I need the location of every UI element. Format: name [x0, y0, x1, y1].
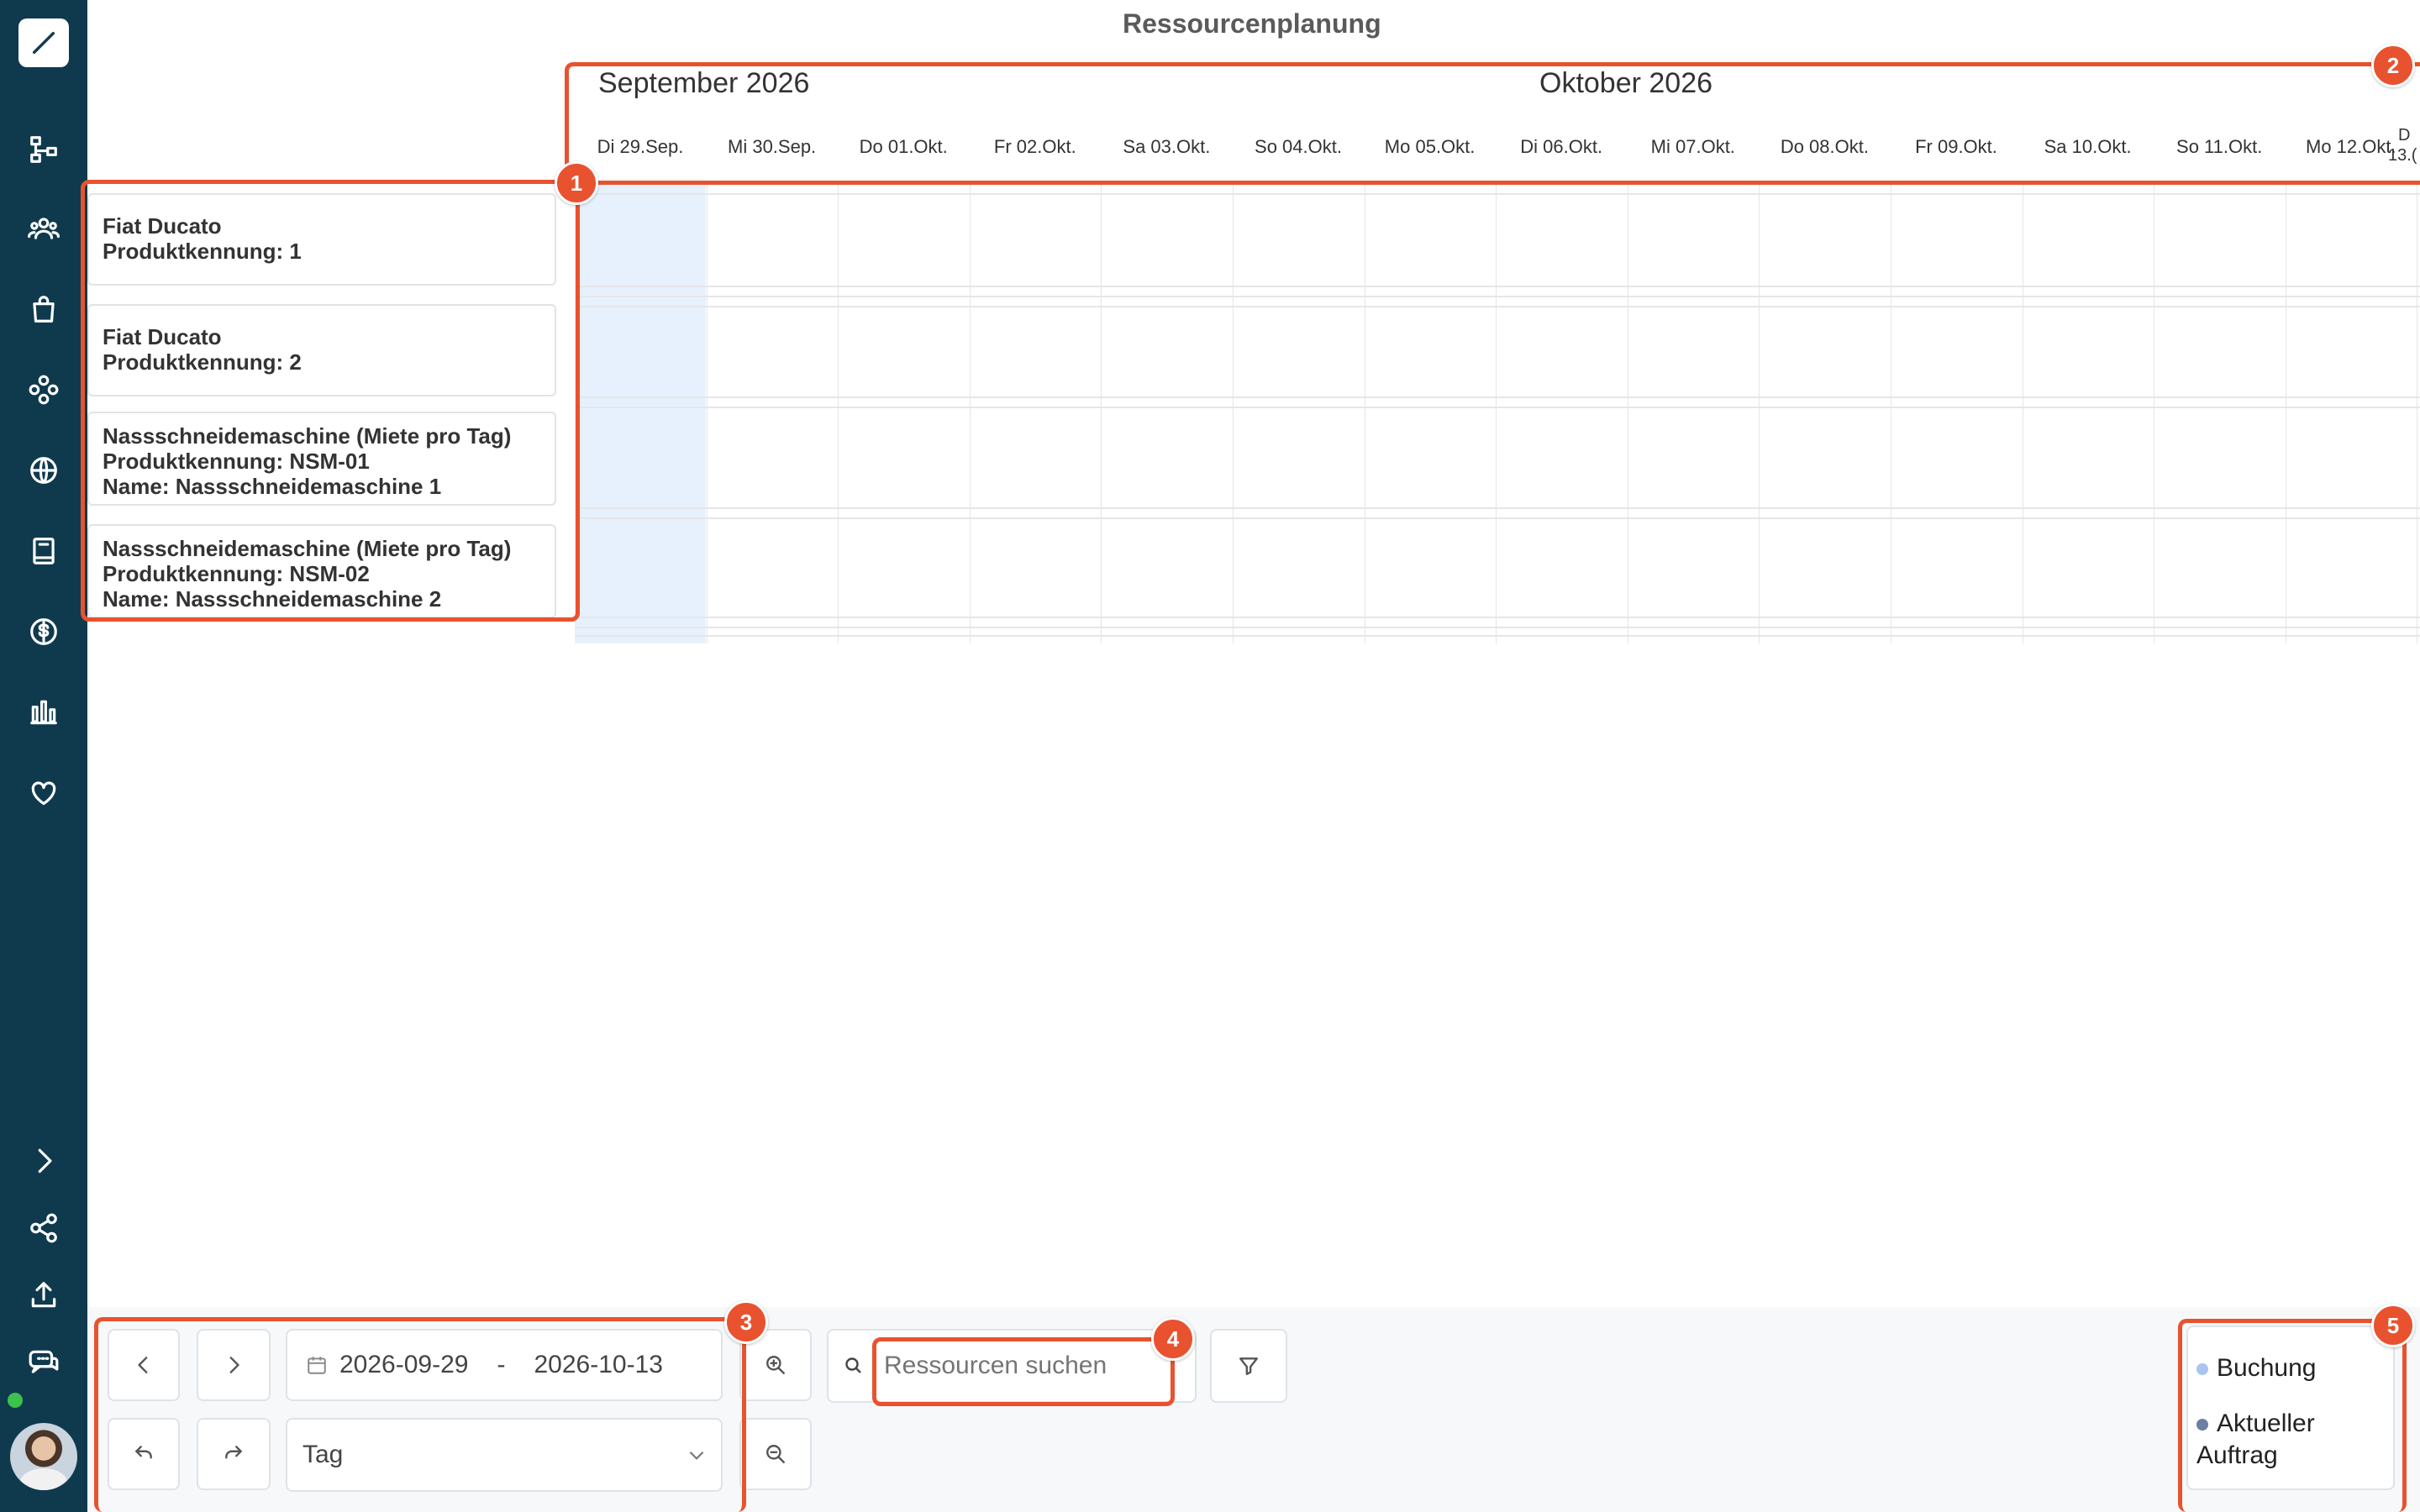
page-title: Ressourcenplanung: [1123, 8, 1381, 39]
annotation-box-search: [872, 1337, 1175, 1406]
annotation-marker-4: 4: [1151, 1317, 1195, 1361]
dollar-icon[interactable]: [22, 610, 66, 654]
network-icon[interactable]: [22, 368, 66, 412]
grid-column-divider: [1496, 185, 1497, 643]
grid-row-divider: [575, 286, 2420, 287]
grid-row-divider: [575, 517, 2420, 519]
globe-icon[interactable]: [22, 449, 66, 492]
annotation-marker-3: 3: [724, 1300, 768, 1344]
grid-row-divider: [575, 193, 2420, 195]
today-column-highlight: [575, 185, 706, 643]
zoom-out-icon: [766, 1445, 785, 1463]
grid-row-divider: [575, 635, 2420, 637]
grid-column-divider: [706, 185, 708, 643]
grid-row-divider: [575, 306, 2420, 307]
grid-row-divider: [575, 617, 2420, 618]
chevron-right-icon[interactable]: [22, 1139, 66, 1183]
app-logo[interactable]: [18, 18, 69, 67]
annotation-box-navigation: [94, 1317, 746, 1512]
chat-icon[interactable]: [22, 1341, 66, 1384]
shopping-bag-icon[interactable]: [22, 287, 66, 331]
grid-row-divider: [575, 296, 2420, 297]
filter-icon: [1239, 1357, 1258, 1375]
share-icon[interactable]: [22, 1206, 66, 1250]
annotation-box-timeline: [565, 62, 2420, 185]
grid-column-divider: [1101, 185, 1102, 643]
grid-column-divider: [1233, 185, 1234, 643]
pen-icon: [32, 31, 55, 55]
annotation-box-legend: [2178, 1319, 2407, 1512]
annotation-marker-2: 2: [2371, 44, 2415, 87]
book-icon[interactable]: [22, 529, 66, 573]
upload-icon[interactable]: [22, 1273, 66, 1317]
avatar[interactable]: [10, 1423, 77, 1490]
search-icon: [845, 1357, 861, 1373]
grid-column-divider: [969, 185, 971, 643]
annotation-box-resources: [81, 180, 580, 622]
grid-row-divider: [575, 396, 2420, 398]
grid-row-divider: [575, 627, 2420, 628]
filter-button[interactable]: [1210, 1329, 1287, 1403]
schedule-grid[interactable]: [575, 185, 2420, 643]
team-icon[interactable]: [22, 207, 66, 250]
structure-icon[interactable]: [22, 128, 66, 171]
grid-row-divider: [575, 407, 2420, 408]
sidebar: [0, 0, 87, 1512]
bar-chart-icon[interactable]: [22, 690, 66, 734]
grid-column-divider: [838, 185, 839, 643]
annotation-marker-5: 5: [2371, 1304, 2415, 1347]
online-status-indicator: [8, 1393, 23, 1408]
heart-icon[interactable]: [22, 771, 66, 815]
annotation-marker-1: 1: [555, 161, 598, 205]
grid-row-divider: [575, 507, 2420, 509]
zoom-out-button[interactable]: [739, 1418, 812, 1490]
zoom-in-icon: [766, 1356, 785, 1374]
grid-column-divider: [1759, 185, 1760, 643]
